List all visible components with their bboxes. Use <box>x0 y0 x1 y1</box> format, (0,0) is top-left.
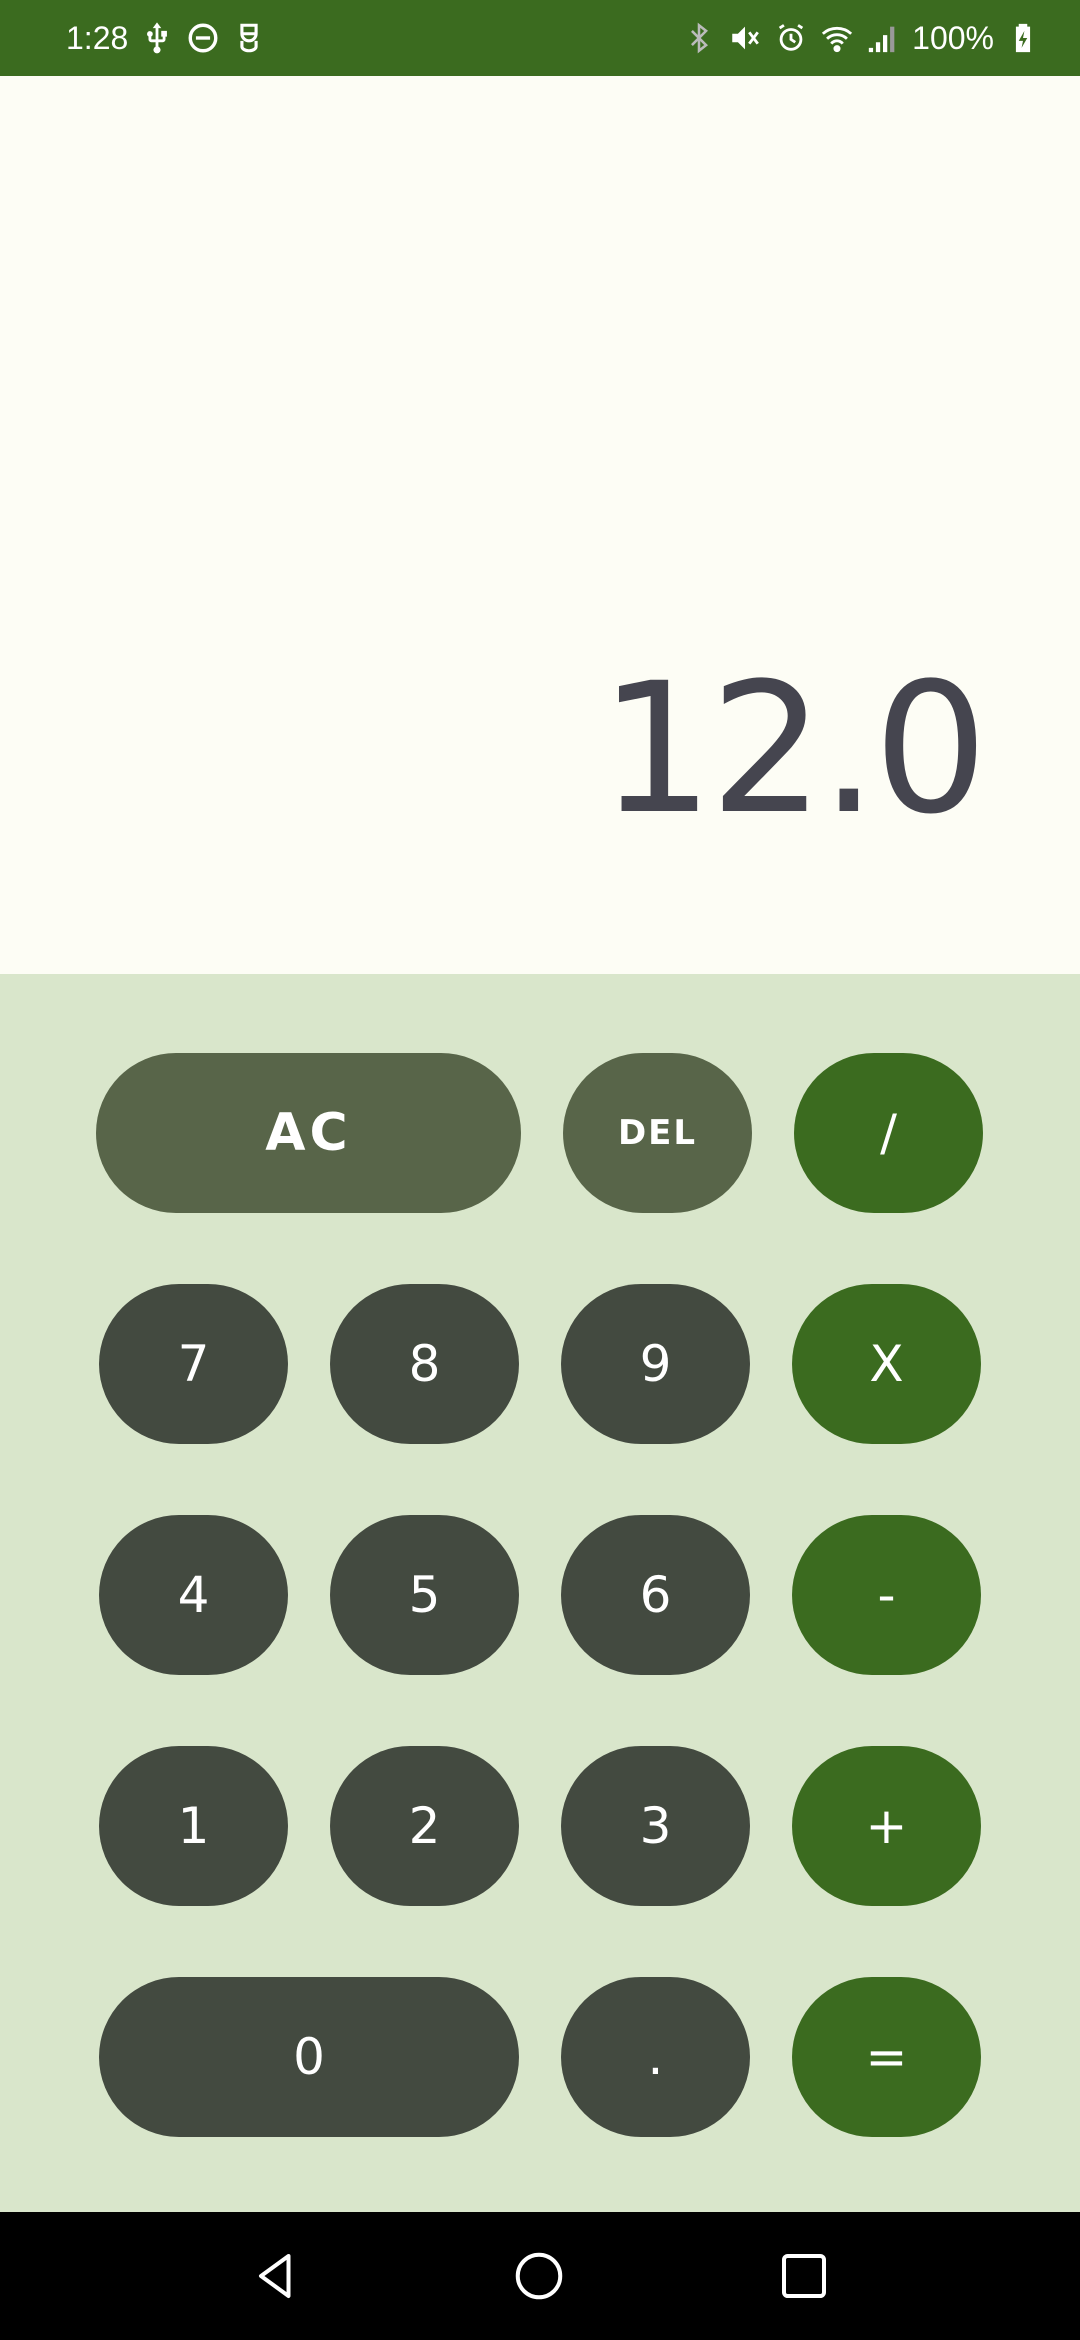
digit-1-button[interactable]: 1 <box>99 1746 288 1906</box>
calculator-display: 12.0 <box>0 76 1080 974</box>
digit-2-button[interactable]: 2 <box>330 1746 519 1906</box>
decimal-point-button[interactable]: . <box>561 1977 750 2137</box>
usb-icon <box>140 21 174 55</box>
battery-charging-icon <box>1006 21 1040 55</box>
wifi-icon <box>820 21 854 55</box>
subtract-button[interactable]: - <box>792 1515 981 1675</box>
delete-button[interactable]: DEL <box>563 1053 752 1213</box>
alarm-icon <box>774 21 808 55</box>
status-right: 100% <box>682 20 1040 57</box>
status-time: 1:28 <box>66 19 129 56</box>
do-not-disturb-icon <box>186 21 220 55</box>
digit-8-button[interactable]: 8 <box>330 1284 519 1444</box>
vibrate-mute-icon <box>728 21 762 55</box>
signal-icon <box>866 21 900 55</box>
bluetooth-icon <box>682 21 716 55</box>
add-button[interactable]: + <box>792 1746 981 1906</box>
digit-6-button[interactable]: 6 <box>561 1515 750 1675</box>
digit-7-button[interactable]: 7 <box>99 1284 288 1444</box>
status-bar: 1:28 100% <box>0 0 1080 76</box>
notification-icon <box>232 21 266 55</box>
digit-3-button[interactable]: 3 <box>561 1746 750 1906</box>
digit-9-button[interactable]: 9 <box>561 1284 750 1444</box>
result-text: 12.0 <box>599 645 988 854</box>
home-icon[interactable] <box>499 2236 579 2316</box>
back-icon[interactable] <box>236 2236 316 2316</box>
recents-icon[interactable] <box>764 2236 844 2316</box>
navigation-bar <box>0 2212 1080 2340</box>
keypad: AC DEL / 7 8 9 X 4 5 6 - 1 2 3 + 0 . = <box>0 974 1080 2212</box>
digit-4-button[interactable]: 4 <box>99 1515 288 1675</box>
battery-percentage: 100% <box>912 19 994 56</box>
digit-5-button[interactable]: 5 <box>330 1515 519 1675</box>
all-clear-button[interactable]: AC <box>96 1053 521 1213</box>
status-left: 1:28 <box>66 20 266 57</box>
divide-button[interactable]: / <box>794 1053 983 1213</box>
digit-0-button[interactable]: 0 <box>99 1977 519 2137</box>
multiply-button[interactable]: X <box>792 1284 981 1444</box>
equals-button[interactable]: = <box>792 1977 981 2137</box>
